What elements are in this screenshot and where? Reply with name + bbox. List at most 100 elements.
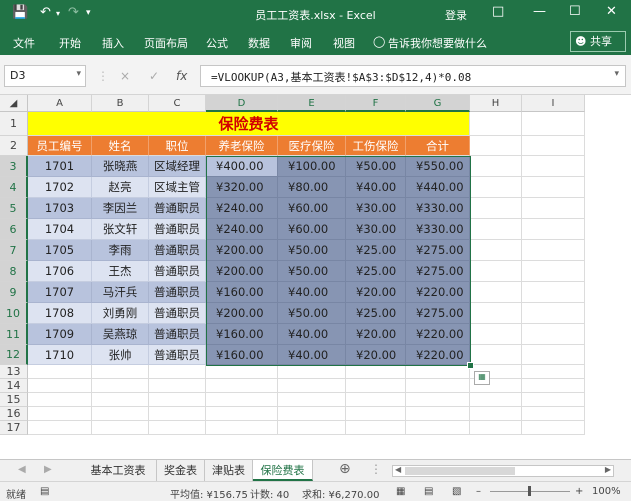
ribbon-options-icon[interactable]: □ [492,4,504,19]
row-header-14[interactable]: 14 [0,379,28,393]
empty-cell[interactable] [522,421,585,435]
row-header-17[interactable]: 17 [0,421,28,435]
header-cell[interactable]: 姓名 [92,136,149,156]
selected-cell[interactable]: ¥320.00 [206,177,278,198]
empty-cell[interactable] [28,365,92,379]
empty-cell[interactable] [28,379,92,393]
empty-cell[interactable] [149,407,206,421]
col-header-h[interactable]: H [470,95,522,112]
empty-cell[interactable] [470,324,522,345]
row-header-10[interactable]: 10 [0,303,28,324]
row-header-3[interactable]: 3 [0,156,28,177]
empty-cell[interactable] [470,219,522,240]
row-header-4[interactable]: 4 [0,177,28,198]
header-cell[interactable]: 工伤保险 [346,136,406,156]
selected-cell[interactable]: ¥50.00 [278,240,346,261]
zoom-in-icon[interactable]: + [575,486,583,497]
empty-cell[interactable] [278,379,346,393]
empty-cell[interactable] [92,407,149,421]
data-cell[interactable]: 吴燕琼 [92,324,149,345]
select-all-corner[interactable]: ◢ [0,95,28,112]
empty-cell[interactable] [522,407,585,421]
sheet-tab[interactable]: 保险费表 [253,460,313,481]
row-header-8[interactable]: 8 [0,261,28,282]
empty-cell[interactable] [278,393,346,407]
empty-cell[interactable] [522,379,585,393]
row-header-16[interactable]: 16 [0,407,28,421]
data-cell[interactable]: 普通职员 [149,324,206,345]
sheet-tab[interactable]: 奖金表 [157,460,205,481]
selected-cell[interactable]: ¥25.00 [346,303,406,324]
row-header-6[interactable]: 6 [0,219,28,240]
row-header-2[interactable]: 2 [0,136,28,156]
empty-cell[interactable] [406,407,470,421]
data-cell[interactable]: 区域经理 [149,156,206,177]
empty-cell[interactable] [470,156,522,177]
page-layout-view-icon[interactable]: ▤ [424,486,433,497]
fill-handle[interactable] [467,362,474,369]
empty-cell[interactable] [522,112,585,136]
empty-cell[interactable] [470,261,522,282]
selected-cell[interactable]: ¥30.00 [346,219,406,240]
data-cell[interactable]: 李雨 [92,240,149,261]
row-header-12[interactable]: 12 [0,345,28,365]
selected-cell[interactable]: ¥25.00 [346,261,406,282]
empty-cell[interactable] [346,421,406,435]
empty-cell[interactable] [522,240,585,261]
empty-cell[interactable] [92,379,149,393]
empty-cell[interactable] [406,421,470,435]
empty-cell[interactable] [28,421,92,435]
empty-cell[interactable] [28,407,92,421]
row-header-13[interactable]: 13 [0,365,28,379]
col-header-g[interactable]: G [406,95,470,112]
header-cell[interactable]: 医疗保险 [278,136,346,156]
empty-cell[interactable] [522,177,585,198]
empty-cell[interactable] [346,393,406,407]
selected-cell[interactable]: ¥40.00 [278,324,346,345]
empty-cell[interactable] [470,136,522,156]
col-header-i[interactable]: I [522,95,585,112]
data-cell[interactable]: 马汗兵 [92,282,149,303]
selected-cell[interactable]: ¥20.00 [346,324,406,345]
empty-cell[interactable] [522,345,585,365]
empty-cell[interactable] [522,282,585,303]
tab-formulas[interactable]: 公式 [206,35,228,51]
tab-data[interactable]: 数据 [248,35,270,51]
scroll-right-icon[interactable]: ▶ [605,465,611,474]
data-cell[interactable]: 普通职员 [149,261,206,282]
horizontal-scrollbar[interactable]: ◀ ▶ [392,465,614,477]
data-cell[interactable]: 张文轩 [92,219,149,240]
empty-cell[interactable] [470,240,522,261]
sheet-tab[interactable]: 基本工资表 [80,460,157,481]
selected-cell[interactable]: ¥220.00 [406,324,470,345]
empty-cell[interactable] [522,261,585,282]
data-cell[interactable]: 普通职员 [149,303,206,324]
empty-cell[interactable] [470,407,522,421]
close-icon[interactable]: ✕ [606,4,617,19]
selected-cell[interactable]: ¥20.00 [346,282,406,303]
data-cell[interactable]: 张晓燕 [92,156,149,177]
empty-cell[interactable] [470,303,522,324]
col-header-d[interactable]: D [206,95,278,112]
selected-cell[interactable]: ¥40.00 [278,282,346,303]
empty-cell[interactable] [28,393,92,407]
selected-cell[interactable]: ¥200.00 [206,261,278,282]
empty-cell[interactable] [206,421,278,435]
selected-cell[interactable]: ¥40.00 [346,177,406,198]
data-cell[interactable]: 刘勇刚 [92,303,149,324]
empty-cell[interactable] [522,156,585,177]
empty-cell[interactable] [92,365,149,379]
data-cell[interactable]: 普通职员 [149,198,206,219]
data-cell[interactable]: 1707 [28,282,92,303]
tell-me-box[interactable]: 告诉我你想要做什么 [388,35,487,51]
macro-record-icon[interactable]: ▤ [40,486,49,497]
selected-cell[interactable]: ¥50.00 [346,156,406,177]
selected-cell[interactable]: ¥60.00 [278,198,346,219]
data-cell[interactable]: 李因兰 [92,198,149,219]
empty-cell[interactable] [522,136,585,156]
data-cell[interactable]: 区域主管 [149,177,206,198]
selected-cell[interactable]: ¥275.00 [406,240,470,261]
quick-analysis-icon[interactable]: ▦ [474,371,490,385]
selected-cell[interactable]: ¥220.00 [406,282,470,303]
empty-cell[interactable] [346,379,406,393]
